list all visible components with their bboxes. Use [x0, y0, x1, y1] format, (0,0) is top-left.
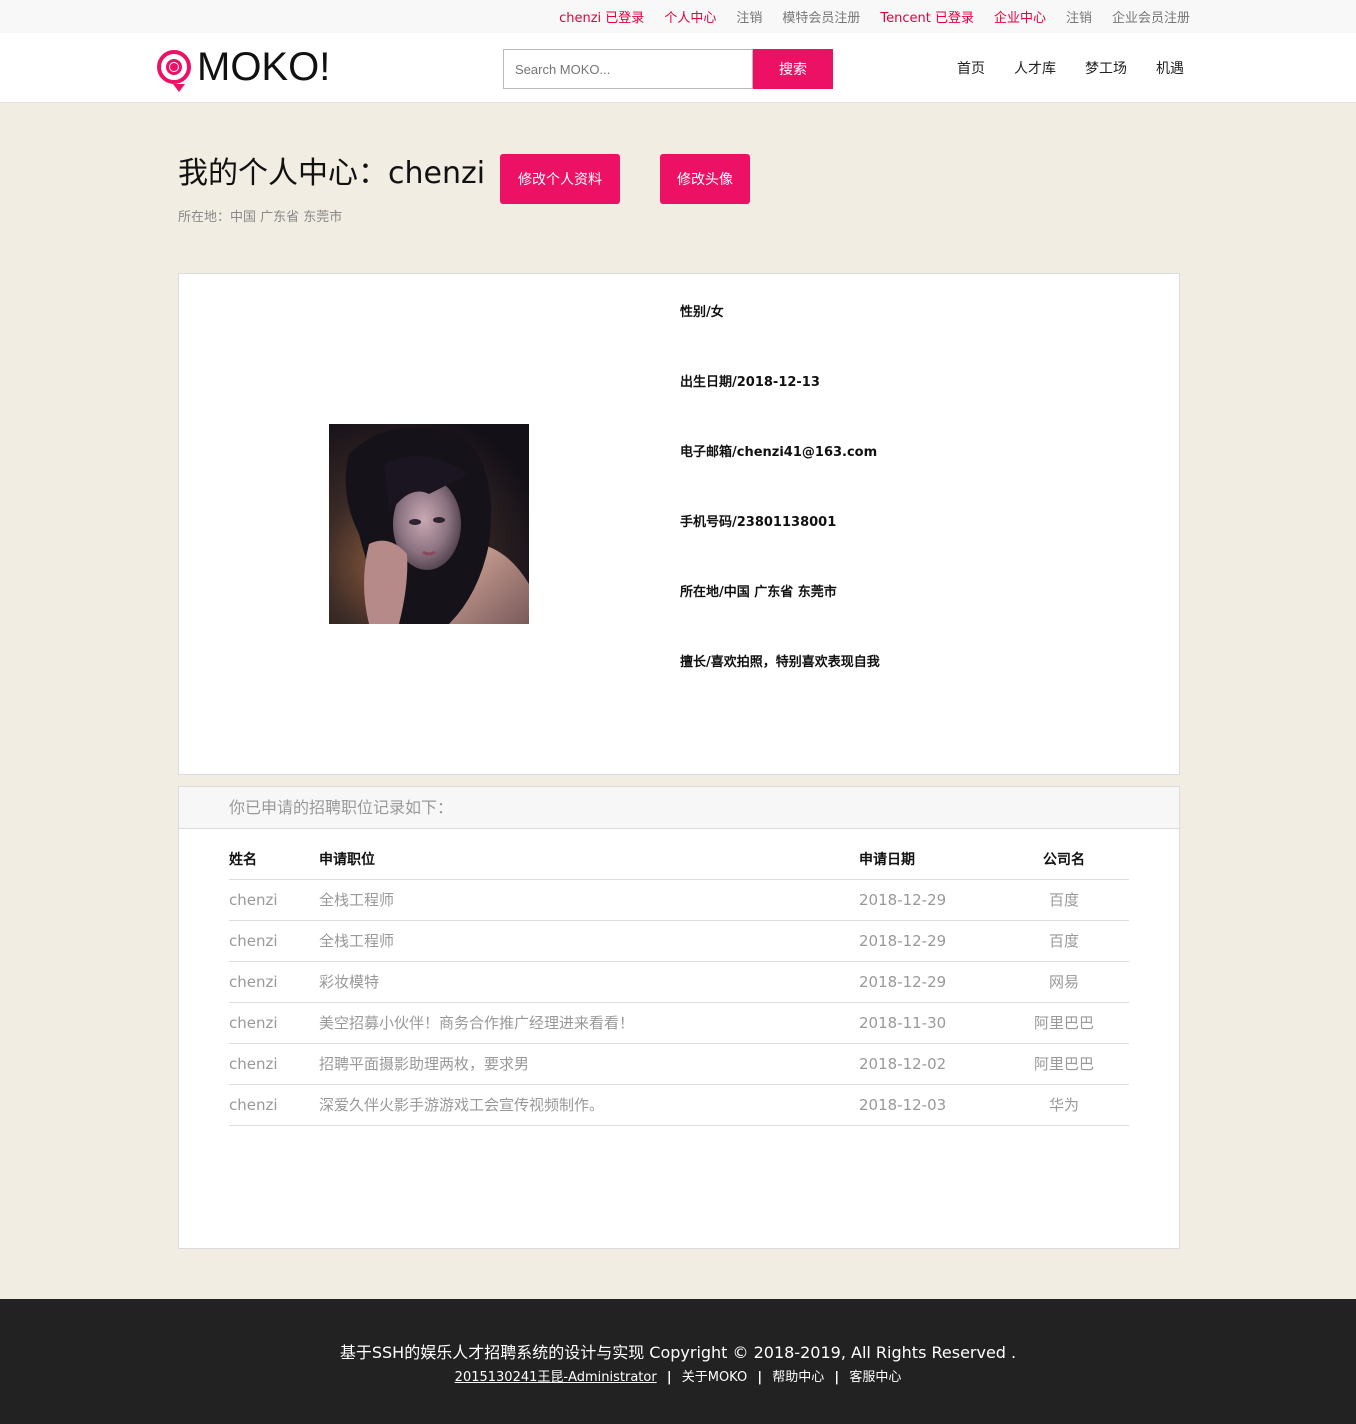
company-register-link[interactable]: 企业会员注册	[1112, 7, 1190, 26]
cell-name: chenzi	[229, 920, 319, 962]
column-name: 姓名	[229, 839, 319, 880]
cell-date: 2018-12-29	[859, 879, 999, 921]
target-logo-icon	[157, 50, 191, 92]
table-row: chenzi 全栈工程师 2018-12-29 百度	[229, 879, 1129, 921]
specialty-field: 擅长/喜欢拍照，特别喜欢表现自我	[680, 655, 880, 670]
company-login-status[interactable]: Tencent 已登录	[880, 7, 974, 26]
copyright-text: 基于SSH的娱乐人才招聘系统的设计与实现 Copyright © 2018-20…	[339, 1343, 1017, 1362]
footer-service-link[interactable]: 客服中心	[849, 1370, 901, 1385]
site-header: MOKO! 搜索 首页 人才库 梦工场 机遇	[0, 33, 1356, 103]
company-logout-link[interactable]: 注销	[1066, 7, 1092, 26]
profile-card: 性别/女 出生日期/2018-12-13 电子邮箱/chenzi41@163.c…	[178, 273, 1180, 775]
cell-date: 2018-11-30	[859, 1002, 999, 1044]
cell-date: 2018-12-02	[859, 1043, 999, 1085]
nav-item-home[interactable]: 首页	[957, 58, 985, 78]
footer-separator: |	[666, 1370, 672, 1385]
cell-company: 百度	[999, 879, 1129, 921]
footer-author-link[interactable]: 2015130241王昆-Administrator	[455, 1370, 657, 1385]
footer-separator: |	[834, 1370, 840, 1385]
cell-company: 阿里巴巴	[999, 1043, 1129, 1085]
cell-position: 美空招募小伙伴！商务合作推广经理进来看看！	[319, 1002, 859, 1044]
footer-help-link[interactable]: 帮助中心	[772, 1370, 824, 1385]
table-row: chenzi 招聘平面摄影助理两枚，要求男 2018-12-02 阿里巴巴	[229, 1043, 1129, 1085]
avatar-image	[329, 424, 529, 624]
cell-position: 深爱久伴火影手游游戏工会宣传视频制作。	[319, 1084, 859, 1126]
cell-name: chenzi	[229, 1043, 319, 1085]
top-utility-bar: chenzi 已登录 个人中心 注销 模特会员注册 Tencent 已登录 企业…	[0, 0, 1356, 33]
nav-item-dreamworks[interactable]: 梦工场	[1085, 58, 1127, 78]
column-company: 公司名	[999, 839, 1129, 880]
cell-company: 华为	[999, 1084, 1129, 1126]
email-field: 电子邮箱/chenzi41@163.com	[680, 445, 878, 460]
column-position: 申请职位	[319, 839, 859, 880]
top-links: chenzi 已登录 个人中心 注销 模特会员注册 Tencent 已登录 企业…	[539, 0, 1190, 33]
nav-item-opportunities[interactable]: 机遇	[1156, 58, 1184, 78]
table-row: chenzi 彩妆模特 2018-12-29 网易	[229, 961, 1129, 1003]
page-title: 我的个人中心：chenzi	[178, 156, 486, 191]
company-center-link[interactable]: 企业中心	[994, 7, 1046, 26]
location-subtitle: 所在地：中国 广东省 东莞市	[178, 210, 343, 225]
search-input[interactable]	[503, 49, 753, 89]
footer-links: 2015130241王昆-Administrator | 关于MOKO | 帮助…	[0, 1366, 1356, 1385]
cell-position: 全栈工程师	[319, 879, 859, 921]
cell-company: 百度	[999, 920, 1129, 962]
logo-text: MOKO!	[197, 45, 331, 89]
column-date: 申请日期	[859, 839, 999, 880]
cell-name: chenzi	[229, 1002, 319, 1044]
user-login-status[interactable]: chenzi 已登录	[559, 7, 644, 26]
footer-about-link[interactable]: 关于MOKO	[682, 1370, 748, 1385]
location-field: 所在地/中国 广东省 东莞市	[680, 585, 837, 600]
cell-company: 阿里巴巴	[999, 1002, 1129, 1044]
table-header-row: 姓名 申请职位 申请日期 公司名	[229, 839, 1129, 880]
model-register-link[interactable]: 模特会员注册	[782, 7, 860, 26]
cell-position: 招聘平面摄影助理两枚，要求男	[319, 1043, 859, 1085]
cell-position: 全栈工程师	[319, 920, 859, 962]
avatar	[329, 424, 529, 624]
cell-company: 网易	[999, 961, 1129, 1003]
table-row: chenzi 美空招募小伙伴！商务合作推广经理进来看看！ 2018-11-30 …	[229, 1002, 1129, 1044]
applications-card: 你已申请的招聘职位记录如下： 姓名 申请职位 申请日期 公司名 chenzi 全…	[178, 786, 1180, 1249]
site-logo[interactable]: MOKO!	[157, 45, 331, 92]
phone-field: 手机号码/23801138001	[680, 515, 837, 530]
main-nav: 首页 人才库 梦工场 机遇	[928, 33, 1184, 103]
gender-field: 性别/女	[680, 305, 724, 320]
edit-avatar-button[interactable]: 修改头像	[660, 154, 750, 204]
cell-name: chenzi	[229, 961, 319, 1003]
personal-center-link[interactable]: 个人中心	[664, 7, 716, 26]
cell-name: chenzi	[229, 1084, 319, 1126]
applications-heading: 你已申请的招聘职位记录如下：	[179, 787, 1179, 829]
table-row: chenzi 深爱久伴火影手游游戏工会宣传视频制作。 2018-12-03 华为	[229, 1084, 1129, 1126]
site-footer: 基于SSH的娱乐人才招聘系统的设计与实现 Copyright © 2018-20…	[0, 1299, 1356, 1424]
birthdate-field: 出生日期/2018-12-13	[680, 375, 820, 390]
footer-separator: |	[757, 1370, 763, 1385]
cell-position: 彩妆模特	[319, 961, 859, 1003]
cell-date: 2018-12-29	[859, 920, 999, 962]
cell-date: 2018-12-29	[859, 961, 999, 1003]
nav-item-talent[interactable]: 人才库	[1014, 58, 1056, 78]
applications-table: 姓名 申请职位 申请日期 公司名 chenzi 全栈工程师 2018-12-29…	[229, 839, 1129, 1126]
cell-date: 2018-12-03	[859, 1084, 999, 1126]
table-row: chenzi 全栈工程师 2018-12-29 百度	[229, 920, 1129, 962]
edit-profile-button[interactable]: 修改个人资料	[500, 154, 620, 204]
cell-name: chenzi	[229, 879, 319, 921]
search-button[interactable]: 搜索	[753, 49, 833, 89]
logout-link[interactable]: 注销	[736, 7, 762, 26]
